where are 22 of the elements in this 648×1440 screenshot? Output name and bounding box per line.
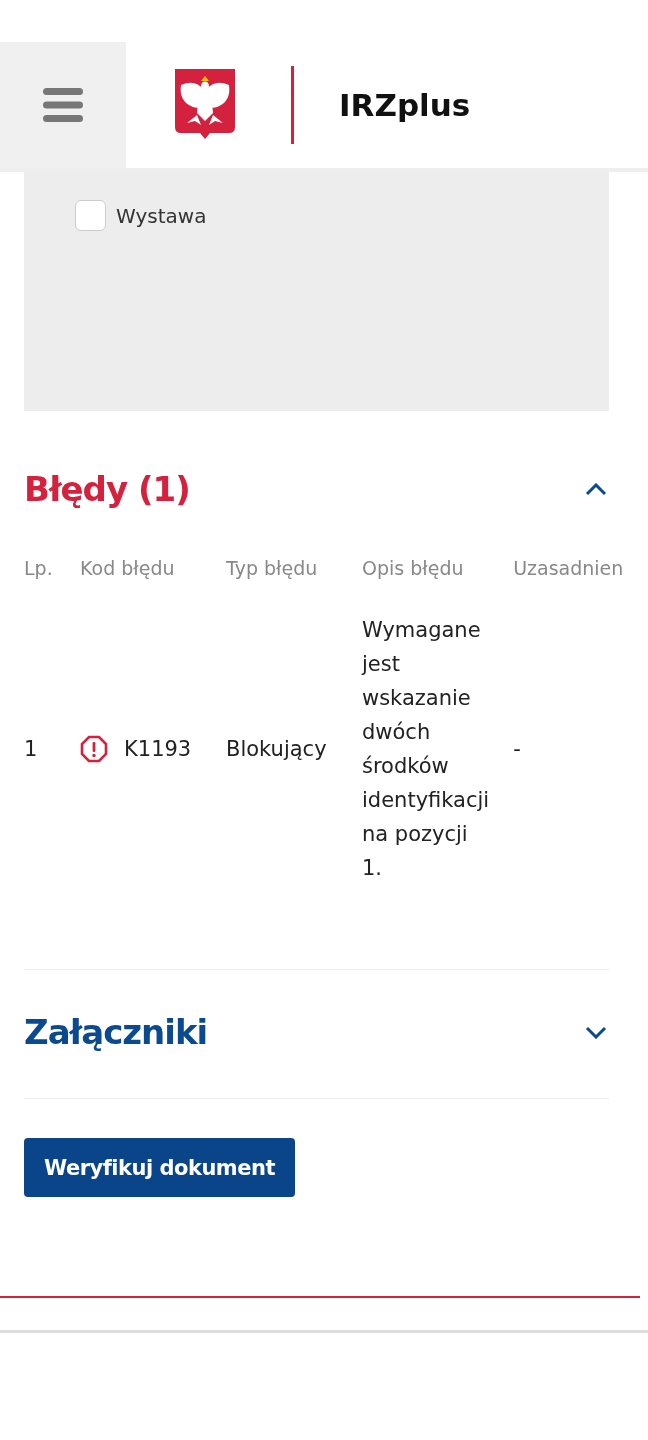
section-title: Błędy (1) <box>24 469 190 509</box>
chevron-up-icon[interactable] <box>585 482 607 496</box>
table-cell: Wymagane jest wskazanie dwóch środków identyfikacji na pozycji 1. <box>362 618 490 880</box>
table-cell: 1 <box>24 737 38 761</box>
column-header: Typ błędu <box>225 557 319 581</box>
column-header: Lp. <box>23 557 54 581</box>
checkbox-label: Wystawa <box>116 203 207 228</box>
checkbox[interactable] <box>75 200 106 231</box>
column-header: Uzasadnien <box>512 557 624 581</box>
table-cell: Blokujący <box>226 737 327 761</box>
table-cell-text: K1193 <box>124 736 192 763</box>
column-header: Kod błędu <box>79 557 176 581</box>
verify-button[interactable]: Weryfikuj dokument <box>24 1138 295 1197</box>
table-cell: - <box>513 737 521 761</box>
section-title: Załączniki <box>24 1012 208 1052</box>
emblem-drawing <box>175 69 235 141</box>
menu-button[interactable] <box>0 42 126 168</box>
app-title: IRZplus <box>339 87 471 123</box>
error-icon <box>80 735 108 763</box>
column-header: Opis błędu <box>361 557 465 581</box>
menu-icon <box>43 86 83 124</box>
chevron-down-icon[interactable] <box>585 1025 607 1039</box>
